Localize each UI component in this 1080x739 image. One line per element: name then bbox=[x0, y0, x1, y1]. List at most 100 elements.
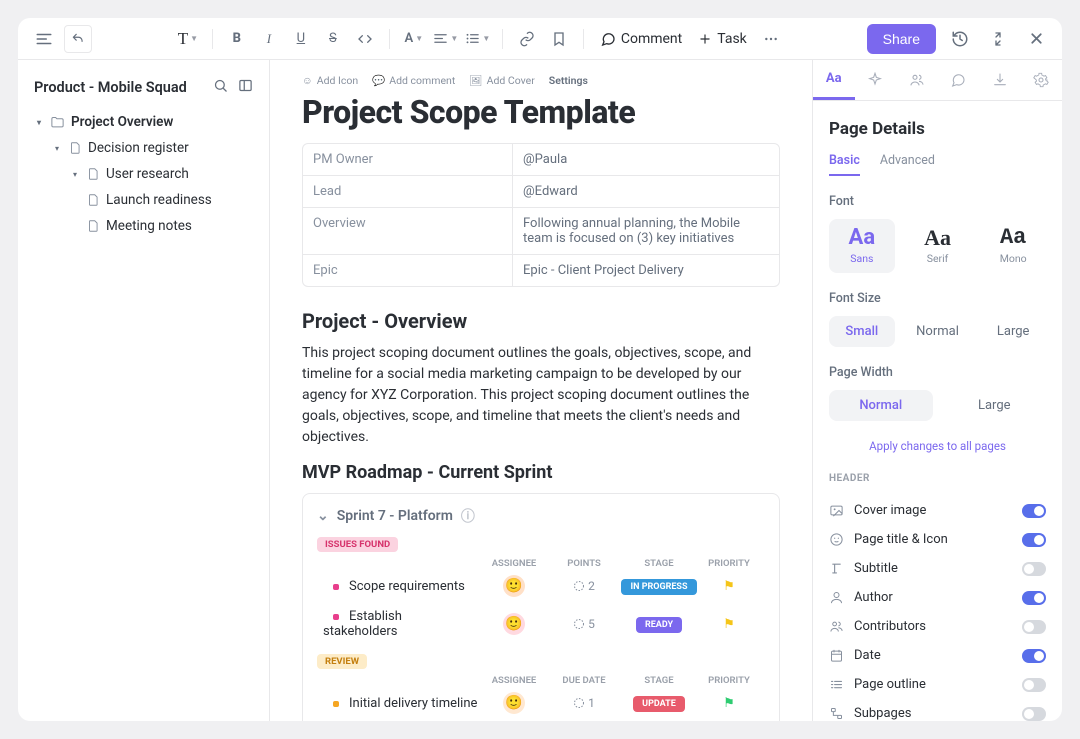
pagewidth-option[interactable]: Large bbox=[943, 390, 1047, 421]
toggle-row: Cover image bbox=[829, 496, 1046, 525]
add-cover-action[interactable]: 🖼 Add Cover bbox=[469, 74, 535, 87]
align-button[interactable]: ▼ bbox=[432, 25, 460, 53]
text-color-button[interactable]: A▼ bbox=[400, 25, 428, 53]
priority-flag-icon[interactable]: ⚑ bbox=[699, 617, 759, 632]
doc-quick-actions: ☺ Add Icon 💬 Add comment 🖼 Add Cover Set… bbox=[302, 74, 780, 87]
collapse-icon[interactable] bbox=[984, 25, 1012, 53]
header-section-label: HEADER bbox=[829, 473, 1046, 484]
search-icon[interactable] bbox=[213, 78, 228, 97]
avatar[interactable]: 🙂 bbox=[503, 613, 525, 635]
tab-comments[interactable] bbox=[938, 60, 980, 100]
fontsize-option[interactable]: Large bbox=[980, 316, 1046, 347]
calendar-icon bbox=[829, 648, 844, 663]
task-button[interactable]: Task bbox=[692, 27, 753, 51]
divider bbox=[502, 29, 503, 49]
toggle-switch[interactable] bbox=[1022, 562, 1046, 576]
panel-toggle-icon[interactable] bbox=[238, 78, 253, 97]
fontsize-option[interactable]: Small bbox=[829, 316, 895, 347]
toggle-switch[interactable] bbox=[1022, 591, 1046, 605]
toggle-row: Contributors bbox=[829, 612, 1046, 641]
avatar[interactable]: 🙂 bbox=[503, 575, 525, 597]
subtab-advanced[interactable]: Advanced bbox=[880, 153, 935, 176]
stage-chip[interactable]: IN PROGRESS bbox=[621, 579, 696, 595]
sidebar-item[interactable]: ▾Decision register bbox=[28, 135, 259, 161]
table-row[interactable]: EpicEpic - Client Project Delivery bbox=[303, 255, 779, 286]
sidebar-item[interactable]: ▾Project Overview bbox=[28, 109, 259, 135]
history-icon[interactable] bbox=[946, 25, 974, 53]
pagewidth-label: Page Width bbox=[829, 365, 1046, 380]
add-comment-action[interactable]: 💬 Add comment bbox=[372, 74, 455, 87]
toggle-switch[interactable] bbox=[1022, 620, 1046, 634]
underline-button[interactable]: U bbox=[287, 25, 315, 53]
divider bbox=[212, 29, 213, 49]
more-icon[interactable] bbox=[757, 25, 785, 53]
chevron-down-icon[interactable]: ⌄ bbox=[317, 508, 329, 524]
apply-all-link[interactable]: Apply changes to all pages bbox=[829, 439, 1046, 453]
roadmap-heading: MVP Roadmap - Current Sprint bbox=[302, 462, 780, 483]
sprint-card: ⌄ Sprint 7 - Platform ⓘ ISSUES FOUNDASSI… bbox=[302, 493, 780, 721]
share-button[interactable]: Share bbox=[867, 24, 936, 54]
toggle-row: Subpages bbox=[829, 699, 1046, 721]
sidebar-item[interactable]: Meeting notes bbox=[28, 213, 259, 239]
settings-action[interactable]: Settings bbox=[549, 74, 588, 87]
image-icon bbox=[829, 503, 844, 518]
add-icon-action[interactable]: ☺ Add Icon bbox=[302, 74, 358, 87]
font-option[interactable]: AaMono bbox=[980, 219, 1046, 273]
priority-flag-icon[interactable]: ⚑ bbox=[699, 579, 759, 594]
close-icon[interactable] bbox=[1022, 25, 1050, 53]
tree-icon bbox=[829, 706, 844, 721]
properties-table: PM Owner@PaulaLead@EdwardOverviewFollowi… bbox=[302, 143, 780, 287]
avatar[interactable]: 🙂 bbox=[503, 692, 525, 714]
toggle-switch[interactable] bbox=[1022, 707, 1046, 721]
tab-typography[interactable]: Aa bbox=[813, 60, 855, 100]
fontsize-label: Font Size bbox=[829, 291, 1046, 306]
subtab-basic[interactable]: Basic bbox=[829, 153, 860, 176]
document-area: ☺ Add Icon 💬 Add comment 🖼 Add Cover Set… bbox=[270, 60, 812, 721]
divider bbox=[583, 29, 584, 49]
bookmark-button[interactable] bbox=[545, 25, 573, 53]
italic-button[interactable]: I bbox=[255, 25, 283, 53]
table-row[interactable]: PM Owner@Paula bbox=[303, 144, 779, 176]
stage-chip[interactable]: UPDATE bbox=[633, 696, 685, 712]
tab-share[interactable] bbox=[896, 60, 938, 100]
list-item[interactable]: Initial delivery timeline🙂1UPDATE⚑ bbox=[317, 686, 765, 720]
stage-chip[interactable]: READY bbox=[636, 617, 682, 633]
toggle-switch[interactable] bbox=[1022, 649, 1046, 663]
bold-button[interactable]: B bbox=[223, 25, 251, 53]
tab-ai[interactable] bbox=[855, 60, 897, 100]
page-title[interactable]: Project Scope Template bbox=[302, 93, 780, 131]
font-option[interactable]: AaSans bbox=[829, 219, 895, 273]
toggle-switch[interactable] bbox=[1022, 533, 1046, 547]
strikethrough-button[interactable]: S bbox=[319, 25, 347, 53]
sidebar-item[interactable]: ▾User research bbox=[28, 161, 259, 187]
section-heading: Project - Overview bbox=[302, 309, 780, 333]
link-button[interactable] bbox=[513, 25, 541, 53]
status-badge[interactable]: REVIEW bbox=[317, 654, 367, 669]
sidebar: Product - Mobile Squad ▾Project Overview… bbox=[18, 60, 270, 721]
toggle-switch[interactable] bbox=[1022, 504, 1046, 518]
fontsize-option[interactable]: Normal bbox=[905, 316, 971, 347]
info-icon[interactable]: ⓘ bbox=[461, 506, 475, 526]
priority-flag-icon[interactable]: ⚑ bbox=[699, 696, 759, 711]
tab-settings[interactable] bbox=[1021, 60, 1063, 100]
code-button[interactable] bbox=[351, 25, 379, 53]
toggle-row: Date bbox=[829, 641, 1046, 670]
sidebar-item[interactable]: Launch readiness bbox=[28, 187, 259, 213]
comment-button[interactable]: Comment bbox=[594, 27, 688, 51]
tab-export[interactable] bbox=[979, 60, 1021, 100]
pagewidth-option[interactable]: Normal bbox=[829, 390, 933, 421]
menu-icon[interactable] bbox=[30, 25, 58, 53]
table-row[interactable]: OverviewFollowing annual planning, the M… bbox=[303, 208, 779, 255]
font-option[interactable]: AaSerif bbox=[905, 219, 971, 273]
status-badge[interactable]: ISSUES FOUND bbox=[317, 537, 398, 552]
list-item[interactable]: Establish stakeholders🙂5READY⚑ bbox=[317, 603, 765, 645]
toggle-switch[interactable] bbox=[1022, 678, 1046, 692]
paragraph-style-button[interactable]: T▼ bbox=[174, 25, 202, 53]
table-row[interactable]: Lead@Edward bbox=[303, 176, 779, 208]
list-item[interactable]: Scope requirements🙂2IN PROGRESS⚑ bbox=[317, 569, 765, 603]
section-paragraph[interactable]: This project scoping document outlines t… bbox=[302, 343, 780, 448]
list-button[interactable]: ▼ bbox=[464, 25, 492, 53]
undo-icon[interactable] bbox=[64, 25, 92, 53]
page-details-panel: Aa Page Details Basic Advanced Font AaSa… bbox=[812, 60, 1062, 721]
sprint-title[interactable]: Sprint 7 - Platform bbox=[337, 508, 453, 524]
